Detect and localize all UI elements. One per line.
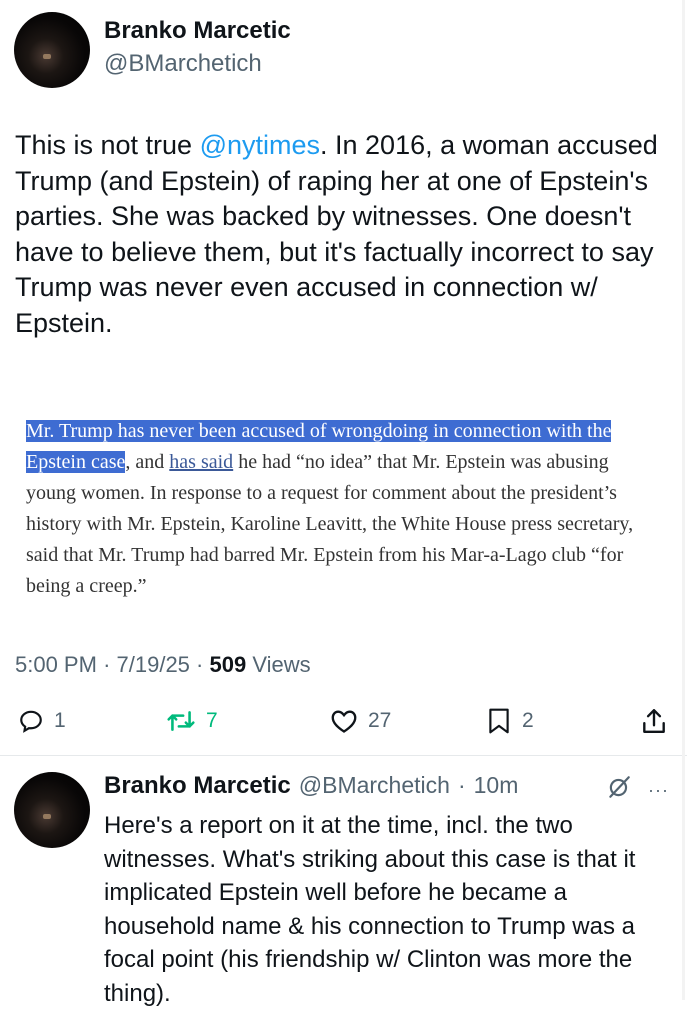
author-handle[interactable]: @BMarchetich: [104, 50, 262, 78]
reply-separator: ·: [457, 772, 466, 798]
reply-author-handle[interactable]: @BMarchetich: [299, 772, 450, 799]
reply-author-name[interactable]: Branko Marcetic: [104, 772, 291, 800]
meta-separator: ·: [196, 652, 204, 677]
reply-text: Here's a report on it at the time, incl.…: [104, 812, 636, 1007]
repost-icon: [166, 708, 196, 734]
tweet-date[interactable]: 7/19/25: [117, 652, 190, 677]
reply-time[interactable]: 10m: [474, 772, 519, 799]
author-name[interactable]: Branko Marcetic: [104, 17, 291, 45]
share-icon: [642, 707, 666, 735]
reply-header: Branko Marcetic @BMarchetich · 10m: [104, 772, 518, 800]
bookmark-count: 2: [522, 709, 534, 732]
tweet-time[interactable]: 5:00 PM: [15, 652, 97, 677]
reply-count: 1: [54, 709, 66, 732]
article-screenshot[interactable]: Mr. Trump has never been accused of wron…: [26, 416, 656, 602]
like-icon: [330, 708, 358, 734]
reply-author-avatar[interactable]: [14, 772, 90, 848]
tweet-meta: 5:00 PM · 7/19/25 · 509 Views: [15, 652, 311, 678]
repost-count: 7: [206, 709, 218, 732]
share-button[interactable]: [642, 706, 666, 736]
divider: [0, 755, 687, 756]
reply-button[interactable]: 1: [18, 706, 66, 736]
tweet-text-end: . In 2016, a woman accused Trump (and Ep…: [15, 130, 658, 338]
like-count: 27: [368, 709, 392, 732]
like-button[interactable]: 27: [330, 706, 391, 736]
reply-icon: [18, 708, 44, 734]
scrollbar[interactable]: [682, 0, 685, 1000]
bookmark-button[interactable]: 2: [486, 706, 534, 736]
views-label: Views: [252, 652, 311, 677]
tweet-text-start: This is not true: [15, 130, 200, 160]
more-options-button[interactable]: ···: [648, 780, 669, 801]
repost-button[interactable]: 7: [166, 706, 218, 736]
author-avatar[interactable]: [14, 12, 90, 88]
mention-link[interactable]: @nytimes: [200, 130, 320, 160]
bookmark-icon: [486, 707, 512, 735]
views-count: 509: [209, 652, 247, 677]
clipping-text: , and: [125, 451, 170, 473]
grok-icon[interactable]: [606, 774, 632, 805]
meta-separator: ·: [103, 652, 111, 677]
tweet-text: This is not true @nytimes. In 2016, a wo…: [15, 128, 675, 341]
clipping-link: has said: [169, 451, 234, 473]
